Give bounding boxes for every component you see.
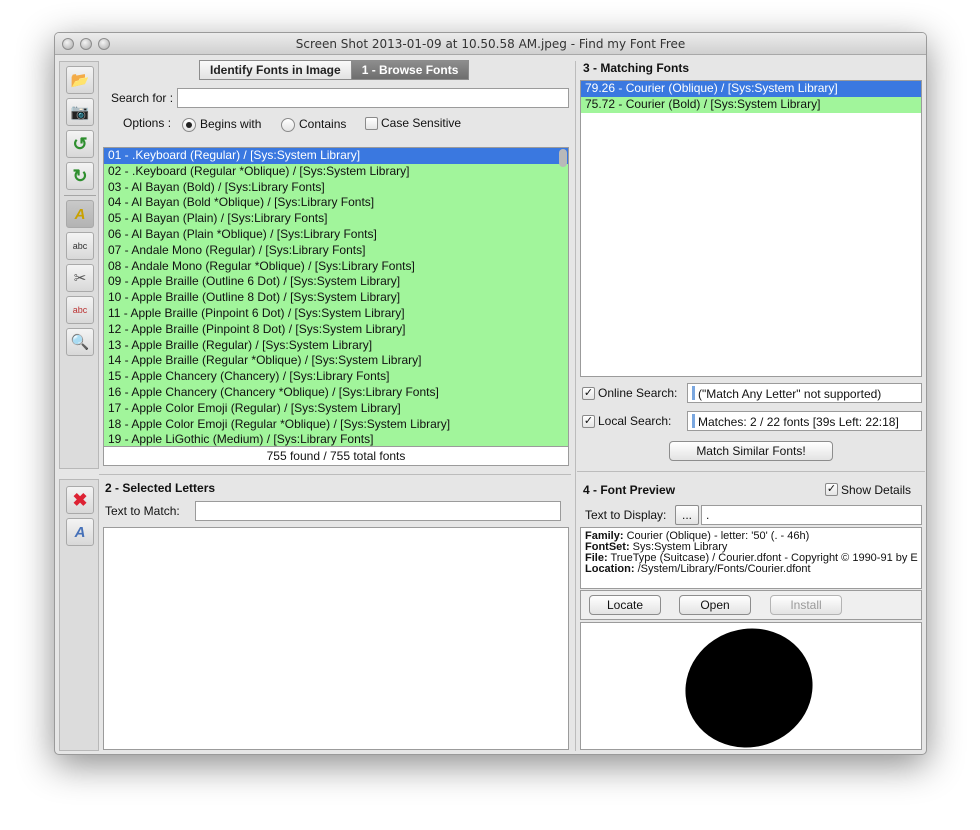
font-row[interactable]: 07 - Andale Mono (Regular) / [Sys:Librar… <box>104 242 568 259</box>
tab-browse-fonts[interactable]: 1 - Browse Fonts <box>351 60 470 80</box>
found-status: 755 found / 755 total fonts <box>103 446 569 466</box>
match-similar-fonts-button[interactable]: Match Similar Fonts! <box>669 441 833 461</box>
toolbar-divider <box>64 195 96 196</box>
glyph-preview-dot <box>669 623 829 749</box>
splitter-right[interactable] <box>577 471 925 472</box>
mode-tabs: Identify Fonts in Image 1 - Browse Fonts <box>199 60 470 80</box>
font-row[interactable]: 09 - Apple Braille (Outline 6 Dot) / [Sy… <box>104 274 568 291</box>
local-search-checkbox[interactable]: ✓ <box>582 415 595 428</box>
glyph-preview <box>580 622 922 750</box>
open-image-icon[interactable]: 📂 <box>66 66 94 94</box>
font-row[interactable]: 05 - Al Bayan (Plain) / [Sys:Library Fon… <box>104 211 568 227</box>
online-search-field: ("Match Any Letter" not supported) <box>687 383 922 403</box>
font-row[interactable]: 02 - .Keyboard (Regular *Oblique) / [Sys… <box>104 163 568 180</box>
cut-icon[interactable]: ✂ <box>66 264 94 292</box>
app-window: Screen Shot 2013-01-09 at 10.50.58 AM.jp… <box>54 32 927 755</box>
selected-letters-title: 2 - Selected Letters <box>105 481 216 495</box>
font-row[interactable]: 01 - .Keyboard (Regular) / [Sys:System L… <box>104 148 568 164</box>
font-row[interactable]: 19 - Apple LiGothic (Medium) / [Sys:Libr… <box>104 432 568 446</box>
window-title: Screen Shot 2013-01-09 at 10.50.58 AM.jp… <box>295 37 686 51</box>
case-sensitive-checkbox[interactable] <box>365 117 378 130</box>
font-row[interactable]: 11 - Apple Braille (Pinpoint 6 Dot) / [S… <box>104 305 568 322</box>
locate-button[interactable]: Locate <box>589 595 661 615</box>
camera-icon[interactable]: 📷 <box>66 98 94 126</box>
undo-icon[interactable]: ↺ <box>66 130 94 158</box>
font-row[interactable]: 03 - Al Bayan (Bold) / [Sys:Library Font… <box>104 179 568 196</box>
font-row[interactable]: 10 - Apple Braille (Outline 8 Dot) / [Sy… <box>104 290 568 306</box>
font-row[interactable]: 08 - Andale Mono (Regular *Oblique) / [S… <box>104 258 568 275</box>
text-to-display-input[interactable]: . <box>701 505 922 525</box>
local-search-field: Matches: 2 / 22 fonts [39s Left: 22:18] <box>687 411 922 431</box>
redo-icon[interactable]: ↻ <box>66 162 94 190</box>
contains-radio[interactable] <box>281 118 295 132</box>
font-row[interactable]: 04 - Al Bayan (Bold *Oblique) / [Sys:Lib… <box>104 195 568 212</box>
search-label: Search for : <box>111 91 174 105</box>
font-preview-title: 4 - Font Preview <box>583 483 676 497</box>
text-to-match-label: Text to Match: <box>105 504 180 518</box>
preview-actions: Locate Open Install <box>580 590 922 620</box>
location-key: Location: <box>585 563 635 575</box>
search-input[interactable] <box>177 88 569 108</box>
matching-font-row[interactable]: 75.72 - Courier (Bold) / [Sys:System Lib… <box>581 96 921 113</box>
contains-label: Contains <box>299 117 347 131</box>
font-details: Family: Courier (Oblique) - letter: '50'… <box>580 527 922 589</box>
case-sensitive-label: Case Sensitive <box>381 116 462 130</box>
font-row[interactable]: 14 - Apple Braille (Regular *Oblique) / … <box>104 353 568 370</box>
identify-letters-icon[interactable]: A <box>66 200 94 228</box>
options-label: Options : <box>123 116 172 130</box>
selected-letters-area[interactable] <box>103 527 569 750</box>
install-button[interactable]: Install <box>770 595 842 615</box>
font-row[interactable]: 17 - Apple Color Emoji (Regular) / [Sys:… <box>104 400 568 417</box>
matching-fonts-title: 3 - Matching Fonts <box>583 61 689 75</box>
font-list-scrollbar[interactable] <box>559 149 567 167</box>
font-list[interactable]: 01 - .Keyboard (Regular) / [Sys:System L… <box>103 147 569 447</box>
matching-font-row[interactable]: 79.26 - Courier (Oblique) / [Sys:System … <box>581 81 921 97</box>
online-search-checkbox[interactable]: ✓ <box>582 387 595 400</box>
magnifier-icon[interactable]: 🔍 <box>66 328 94 356</box>
show-details-label: Show Details <box>841 483 912 497</box>
font-row[interactable]: 06 - Al Bayan (Plain *Oblique) / [Sys:Li… <box>104 226 568 243</box>
title-bar: Screen Shot 2013-01-09 at 10.50.58 AM.jp… <box>55 33 926 55</box>
remove-letter-icon[interactable]: A <box>66 518 94 546</box>
delete-icon[interactable]: ✖ <box>66 486 94 514</box>
ellipsis-button[interactable]: ... <box>675 505 699 525</box>
abc-tool-icon[interactable]: abc <box>66 232 94 260</box>
font-row[interactable]: 12 - Apple Braille (Pinpoint 8 Dot) / [S… <box>104 321 568 338</box>
begins-with-radio[interactable] <box>182 118 196 132</box>
tool-bar: 📂 📷 ↺ ↻ A abc ✂ abc 🔍 <box>59 61 99 469</box>
text-to-display-label: Text to Display: <box>585 508 667 522</box>
text-to-match-input[interactable] <box>195 501 561 521</box>
open-button[interactable]: Open <box>679 595 751 615</box>
online-search-label: Online Search: <box>598 386 678 400</box>
tool-bar-bottom: ✖ A <box>59 479 99 751</box>
vertical-splitter[interactable] <box>575 61 576 751</box>
matching-fonts-list[interactable]: 79.26 - Courier (Oblique) / [Sys:System … <box>580 80 922 377</box>
font-row[interactable]: 16 - Apple Chancery (Chancery *Oblique) … <box>104 384 568 401</box>
font-row[interactable]: 15 - Apple Chancery (Chancery) / [Sys:Li… <box>104 369 568 385</box>
online-search-value: ("Match Any Letter" not supported) <box>698 387 882 401</box>
begins-with-label: Begins with <box>200 117 262 131</box>
local-search-label: Local Search: <box>598 414 672 428</box>
splitter[interactable] <box>99 474 571 475</box>
tab-identify-fonts[interactable]: Identify Fonts in Image <box>199 60 352 80</box>
location-value: /System/Library/Fonts/Courier.dfont <box>637 563 811 575</box>
abc-grid-icon[interactable]: abc <box>66 296 94 324</box>
font-row[interactable]: 18 - Apple Color Emoji (Regular *Oblique… <box>104 416 568 433</box>
font-row[interactable]: 13 - Apple Braille (Regular) / [Sys:Syst… <box>104 337 568 354</box>
local-search-value: Matches: 2 / 22 fonts [39s Left: 22:18] <box>698 415 899 429</box>
show-details-checkbox[interactable]: ✓ <box>825 483 838 496</box>
